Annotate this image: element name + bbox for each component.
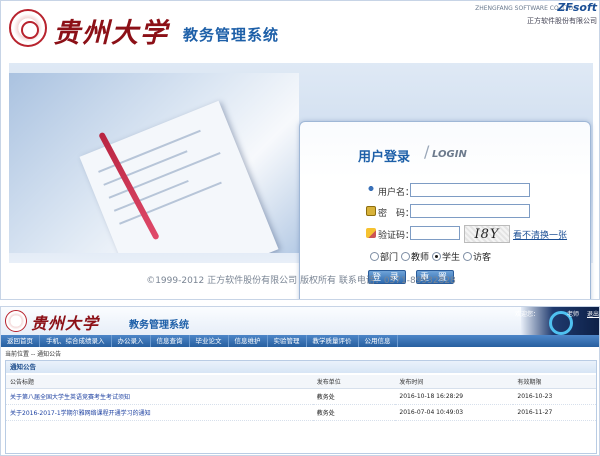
publish-time-cell: 2016-07-04 10:49:03 (395, 404, 514, 421)
column-header-valid-until: 有效期限 (513, 375, 596, 389)
notice-title-cell[interactable]: 关于2016-2017-1学期尔雅网络课程开通学习的通知 (6, 404, 313, 421)
nav-item-thesis[interactable]: 毕业论文 (190, 335, 229, 347)
title-divider: / (424, 142, 430, 161)
role-selector: 部门 教师 学生 访客 (370, 250, 494, 263)
notice-link[interactable]: 关于第八届全国大学生英语竞赛考生考试须知 (10, 394, 130, 401)
panel-title: 用户登录 (358, 150, 411, 165)
screenshot-root: 贵州大学 教务管理系统 ZHENGFANG SOFTWARE CO.,LTD. … (0, 0, 600, 456)
username-label: 用户名： (378, 188, 415, 198)
vendor-name-cn: 正方软件股份有限公司 (527, 17, 597, 25)
notice-panel: 通知公告 公告标题 发布单位 发布时间 有效期限 关于第八届全国大学生英语竞赛考… (5, 360, 597, 454)
nav-item-public-info[interactable]: 公用信息 (359, 335, 398, 347)
notice-link[interactable]: 关于2016-2017-1学期尔雅网络课程开通学习的通知 (10, 410, 151, 417)
nav-item-teaching-evaluation[interactable]: 教学质量评价 (307, 335, 359, 347)
portal-page: 贵州大学 教务管理系统 欢迎您： 老师 退出 返回首页 手机、综合成绩录入 办公… (0, 306, 600, 456)
user-icon (366, 185, 376, 195)
welcome-text: 欢迎您： (514, 311, 539, 318)
radio-button[interactable] (463, 252, 473, 261)
university-seal-icon (5, 310, 27, 332)
role-option-student[interactable]: 学生 (432, 250, 460, 263)
publisher-cell: 教务处 (312, 404, 396, 421)
notice-title-cell[interactable]: 关于第八届全国大学生英语竞赛考生考试须知 (6, 388, 313, 405)
column-header-publisher: 发布单位 (312, 375, 396, 389)
table-row: 关于第八届全国大学生英语竞赛考生考试须知 教务处 2016-10-18 16:2… (6, 388, 596, 405)
logout-link[interactable]: 退出 (587, 309, 599, 318)
notice-table: 公告标题 发布单位 发布时间 有效期限 关于第八届全国大学生英语竞赛考生考试须知… (6, 375, 596, 421)
captcha-input[interactable] (410, 226, 460, 240)
table-row: 关于2016-2017-1学期尔雅网络课程开通学习的通知 教务处 2016-07… (6, 404, 596, 421)
column-header-publish-time: 发布时间 (395, 375, 514, 389)
login-header: 贵州大学 教务管理系统 ZHENGFANG SOFTWARE CO.,LTD. … (1, 1, 599, 63)
radio-button-selected[interactable] (432, 252, 442, 261)
system-name: 教务管理系统 (129, 320, 189, 331)
university-name: 贵州大学 (31, 314, 100, 333)
university-name: 贵州大学 (53, 18, 169, 49)
main-nav: 返回首页 手机、综合成绩录入 办公录入 信息查询 毕业论文 信息维护 实验管理 … (1, 335, 599, 347)
role-label: 学生 (442, 253, 461, 263)
nav-item-info-query[interactable]: 信息查询 (151, 335, 190, 347)
role-option-department[interactable]: 部门 (370, 250, 398, 263)
vendor-logo: ZFsoft (557, 1, 597, 14)
column-header-title: 公告标题 (6, 375, 313, 389)
portal-header: 贵州大学 教务管理系统 欢迎您： 老师 退出 (1, 307, 599, 335)
banner-photo (9, 73, 299, 253)
breadcrumb: 当前位置 -- 通知公告 (5, 351, 62, 358)
notice-panel-title: 通知公告 (6, 361, 596, 373)
valid-until-cell: 2016-11-27 (513, 404, 596, 421)
role-option-teacher[interactable]: 教师 (401, 250, 429, 263)
role-label: 教师 (411, 253, 430, 263)
role-label: 部门 (380, 253, 399, 263)
nav-item-info-maintenance[interactable]: 信息维护 (229, 335, 268, 347)
nav-item-lab-management[interactable]: 实验管理 (268, 335, 307, 347)
role-option-visitor[interactable]: 访客 (463, 250, 491, 263)
login-banner: 用户登录 / LOGIN 用户名： 密 码： 验证码： I8Y 看不清换一张 部… (9, 63, 593, 299)
panel-subtitle: LOGIN (432, 149, 467, 160)
login-page: 贵州大学 教务管理系统 ZHENGFANG SOFTWARE CO.,LTD. … (0, 0, 600, 300)
university-seal-icon (9, 9, 47, 47)
publish-time-cell: 2016-10-18 16:28:29 (395, 388, 514, 405)
captcha-image[interactable]: I8Y (464, 225, 510, 243)
password-input[interactable] (410, 204, 530, 218)
nav-item-grade-entry[interactable]: 手机、综合成绩录入 (40, 335, 112, 347)
copyright-text: ©1999-2012 正方软件股份有限公司 版权所有 联系电话：0571-899… (146, 276, 456, 286)
captcha-label: 验证码： (378, 231, 415, 241)
pencil-icon (366, 228, 376, 238)
username-input[interactable] (410, 183, 530, 197)
document-image (79, 100, 279, 253)
radio-button[interactable] (401, 252, 411, 261)
password-label: 密 码： (378, 209, 415, 219)
role-label: 访客 (473, 253, 492, 263)
nav-item-office-entry[interactable]: 办公录入 (112, 335, 151, 347)
system-name: 教务管理系统 (183, 26, 280, 44)
captcha-refresh-link[interactable]: 看不清换一张 (513, 228, 567, 241)
lock-icon (366, 206, 376, 216)
publisher-cell: 教务处 (312, 388, 396, 405)
user-name: 老师 (566, 311, 579, 318)
valid-until-cell: 2016-10-23 (513, 388, 596, 405)
radio-button[interactable] (370, 252, 379, 261)
nav-item-home[interactable]: 返回首页 (1, 335, 40, 347)
table-header-row: 公告标题 发布单位 发布时间 有效期限 (6, 375, 596, 389)
